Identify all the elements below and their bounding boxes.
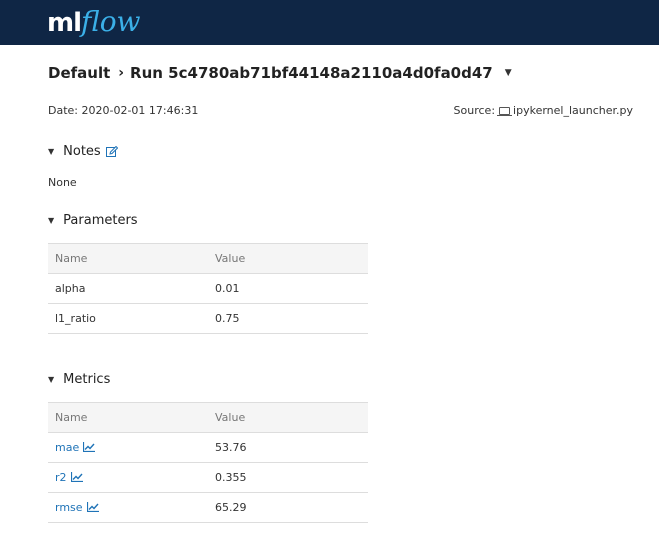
table-header-row: Name Value [48, 243, 368, 274]
param-value: 0.01 [208, 273, 368, 304]
source-label: Source: [453, 104, 496, 117]
logo-ml-text: ml [47, 8, 82, 38]
table-header-row: Name Value [48, 402, 368, 433]
breadcrumb-separator: › [118, 65, 125, 81]
column-header-name: Name [48, 402, 208, 433]
column-header-value: Value [208, 402, 368, 433]
metric-link-r2[interactable]: r2 [55, 471, 67, 484]
table-row: rmse 65.29 [48, 492, 368, 523]
notes-section-header[interactable]: ▼ Notes [48, 144, 118, 159]
metric-value: 65.29 [208, 492, 368, 523]
metrics-section-header[interactable]: ▼ Metrics [48, 372, 110, 387]
collapse-caret-icon[interactable]: ▼ [48, 216, 54, 225]
collapse-caret-icon[interactable]: ▼ [48, 375, 54, 384]
edit-icon[interactable] [105, 145, 118, 158]
metric-name-cell: r2 [48, 462, 208, 493]
laptop-icon [497, 106, 513, 116]
line-chart-icon[interactable] [70, 471, 83, 485]
parameters-table: Name Value alpha 0.01 l1_ratio 0.75 [48, 243, 368, 334]
table-row: mae 53.76 [48, 432, 368, 463]
table-row: r2 0.355 [48, 462, 368, 493]
metric-name-cell: rmse [48, 492, 208, 523]
parameters-title: Parameters [63, 213, 138, 228]
parameters-section-header[interactable]: ▼ Parameters [48, 213, 138, 228]
date-label: Date: [48, 104, 78, 117]
metric-link-rmse[interactable]: rmse [55, 501, 83, 514]
notes-title: Notes [63, 144, 101, 159]
breadcrumb-experiment-link[interactable]: Default [48, 64, 110, 82]
metric-name-cell: mae [48, 432, 208, 463]
column-header-name: Name [48, 243, 208, 274]
collapse-caret-icon[interactable]: ▼ [48, 147, 54, 156]
run-date: Date: 2020-02-01 17:46:31 [48, 104, 198, 117]
date-value: 2020-02-01 17:46:31 [81, 104, 199, 117]
param-name: alpha [48, 273, 208, 304]
source-value: ipykernel_launcher.py [513, 104, 633, 117]
column-header-value: Value [208, 243, 368, 274]
metric-value: 53.76 [208, 432, 368, 463]
metrics-title: Metrics [63, 372, 111, 387]
top-navbar: ml flow [0, 0, 659, 45]
line-chart-icon[interactable] [86, 501, 99, 515]
metric-value: 0.355 [208, 462, 368, 493]
table-row: alpha 0.01 [48, 273, 368, 304]
logo-flow-text: flow [81, 5, 141, 38]
notes-content: None [48, 176, 77, 189]
metrics-table: Name Value mae 53.76 r2 0.355 rmse 65.29 [48, 402, 368, 523]
table-row: l1_ratio 0.75 [48, 303, 368, 334]
mlflow-logo[interactable]: ml flow [47, 3, 141, 41]
breadcrumb-run-title: Run 5c4780ab71bf44148a2110a4d0fa0d47 [130, 64, 493, 82]
run-source: Source: ipykernel_launcher.py [454, 104, 633, 117]
metric-link-mae[interactable]: mae [55, 441, 79, 454]
breadcrumb: Default › Run 5c4780ab71bf44148a2110a4d0… [48, 62, 512, 84]
run-actions-dropdown-icon[interactable]: ▼ [505, 68, 512, 78]
param-value: 0.75 [208, 303, 368, 334]
line-chart-icon[interactable] [83, 441, 96, 455]
param-name: l1_ratio [48, 303, 208, 334]
